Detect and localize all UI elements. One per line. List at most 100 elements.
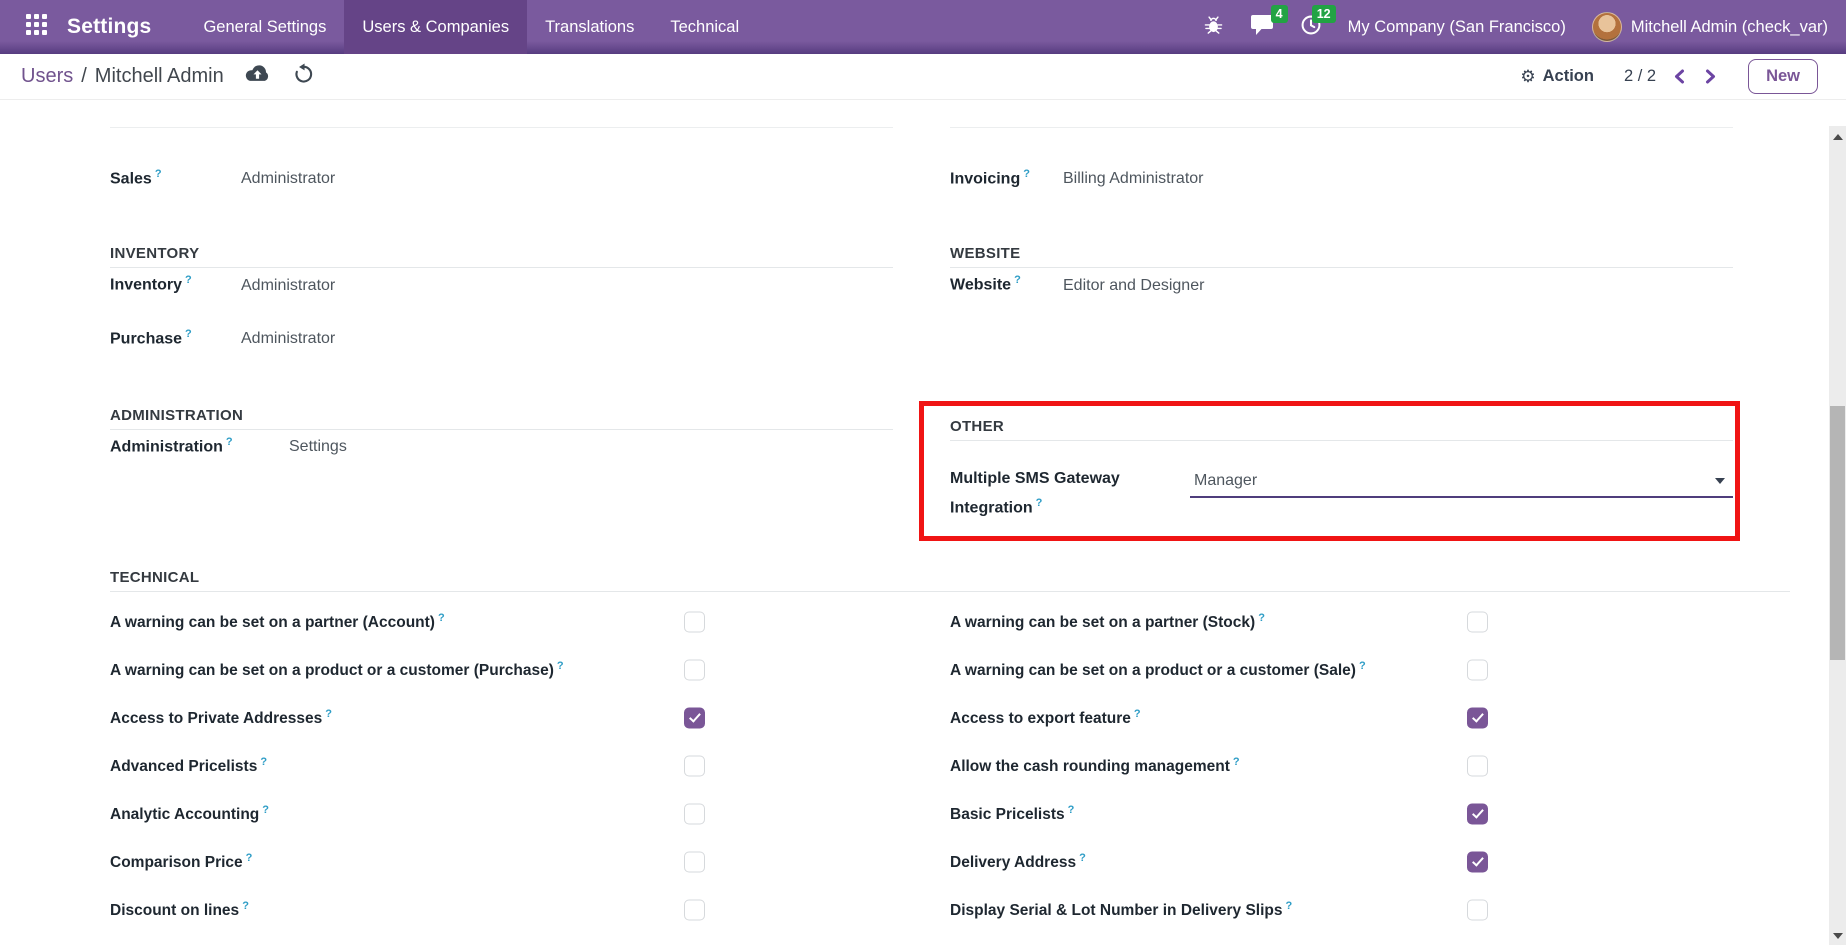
activities-count-badge: 12 [1312, 5, 1336, 24]
section-inventory: INVENTORY Inventory? Administrator Purch… [110, 245, 893, 351]
technical-row: Access to export feature? [950, 694, 1733, 742]
vertical-scrollbar[interactable] [1829, 126, 1846, 945]
checkbox-label: A warning can be set on a product or a c… [110, 660, 564, 680]
help-icon[interactable]: ? [1068, 804, 1075, 816]
user-menu-label: Mitchell Admin (check_var) [1631, 18, 1828, 37]
app-menus: General SettingsUsers & CompaniesTransla… [185, 0, 757, 54]
help-icon[interactable]: ? [1036, 497, 1043, 509]
checkbox-unchecked[interactable] [684, 612, 705, 633]
technical-row: Analytic Accounting? [110, 790, 893, 838]
right-column-top: Invoicing? Billing Administrator [950, 100, 1733, 191]
field-value[interactable]: Administrator [241, 327, 335, 351]
help-icon[interactable]: ? [262, 804, 269, 816]
menu-item-general-settings[interactable]: General Settings [185, 0, 344, 54]
field-value[interactable]: Editor and Designer [1063, 274, 1204, 298]
pager-value[interactable]: 2 / 2 [1624, 67, 1656, 86]
checkbox-unchecked[interactable] [684, 804, 705, 825]
help-icon[interactable]: ? [226, 436, 233, 448]
scroll-down-arrow-icon[interactable] [1833, 933, 1843, 939]
help-icon[interactable]: ? [1079, 852, 1086, 864]
scroll-up-arrow-icon[interactable] [1833, 134, 1843, 140]
bug-icon [1203, 14, 1224, 40]
select-value: Manager [1194, 469, 1257, 493]
breadcrumb-parent-link[interactable]: Users [21, 65, 73, 88]
action-menu-button[interactable]: ⚙ Action [1520, 67, 1594, 87]
apps-menu-button[interactable] [0, 0, 61, 54]
breadcrumb: Users / Mitchell Admin [21, 65, 224, 88]
checkbox-unchecked[interactable] [684, 852, 705, 873]
technical-row: Display Serial & Lot Number in Delivery … [950, 886, 1733, 934]
messages-count-badge: 4 [1271, 5, 1288, 24]
section-administration: ADMINISTRATION Administration? Settings [110, 407, 893, 541]
checkbox-label: Discount on lines? [110, 900, 249, 920]
checkbox-unchecked[interactable] [1467, 900, 1488, 921]
field-value[interactable]: Administrator [241, 167, 335, 191]
field-value[interactable]: Billing Administrator [1063, 167, 1204, 191]
menu-item-users-companies[interactable]: Users & Companies [344, 0, 527, 54]
checkbox-unchecked[interactable] [684, 756, 705, 777]
section-title: INVENTORY [110, 245, 893, 263]
checkbox-unchecked[interactable] [684, 660, 705, 681]
debug-mode-button[interactable] [1203, 14, 1224, 40]
technical-row: Discount on lines? [110, 886, 893, 934]
help-icon[interactable]: ? [1023, 168, 1030, 180]
help-icon[interactable]: ? [242, 900, 249, 912]
checkbox-checked[interactable] [684, 708, 705, 729]
messages-button[interactable]: 4 [1250, 14, 1274, 41]
pager-previous-button[interactable] [1672, 68, 1688, 85]
checkbox-label: Advanced Pricelists? [110, 756, 267, 776]
checkbox-checked[interactable] [1467, 804, 1488, 825]
activities-button[interactable]: 12 [1300, 14, 1322, 41]
help-icon[interactable]: ? [438, 612, 445, 624]
checkbox-unchecked[interactable] [1467, 756, 1488, 777]
divider [950, 127, 1733, 128]
section-title: WEBSITE [950, 245, 1733, 263]
technical-row: Basic Pricelists? [950, 790, 1733, 838]
help-icon[interactable]: ? [185, 328, 192, 340]
checkbox-unchecked[interactable] [684, 900, 705, 921]
field-invoicing: Invoicing? Billing Administrator [950, 162, 1733, 191]
help-icon[interactable]: ? [1286, 900, 1293, 912]
field-inventory: Inventory? Administrator [110, 268, 893, 297]
checkbox-label: Basic Pricelists? [950, 804, 1074, 824]
pager-next-button[interactable] [1702, 68, 1718, 85]
menu-item-translations[interactable]: Translations [527, 0, 652, 54]
help-icon[interactable]: ? [1134, 708, 1141, 720]
field-value[interactable]: Administrator [241, 274, 335, 298]
help-icon[interactable]: ? [260, 756, 267, 768]
checkbox-unchecked[interactable] [1467, 612, 1488, 633]
sms-gateway-select[interactable]: Manager [1190, 467, 1733, 498]
technical-left-column: A warning can be set on a partner (Accou… [110, 598, 893, 934]
help-icon[interactable]: ? [246, 852, 253, 864]
scrollbar-thumb[interactable] [1830, 406, 1845, 660]
undo-arrow-icon [293, 63, 315, 90]
new-record-button[interactable]: New [1748, 59, 1818, 94]
checkbox-label: A warning can be set on a product or a c… [950, 660, 1366, 680]
current-app-name[interactable]: Settings [61, 0, 171, 54]
help-icon[interactable]: ? [557, 660, 564, 672]
checkbox-unchecked[interactable] [1467, 660, 1488, 681]
checkbox-label: Allow the cash rounding management? [950, 756, 1240, 776]
help-icon[interactable]: ? [155, 168, 162, 180]
company-switcher[interactable]: My Company (San Francisco) [1348, 18, 1566, 37]
checkbox-label: Access to export feature? [950, 708, 1141, 728]
menu-item-technical[interactable]: Technical [652, 0, 757, 54]
user-menu[interactable]: Mitchell Admin (check_var) [1592, 12, 1828, 42]
help-icon[interactable]: ? [1233, 756, 1240, 768]
form-sheet: Sales? Administrator Invoicing? Billing … [0, 100, 1846, 945]
save-record-button[interactable] [244, 64, 271, 90]
help-icon[interactable]: ? [1014, 274, 1021, 286]
checkbox-checked[interactable] [1467, 708, 1488, 729]
discard-changes-button[interactable] [293, 63, 315, 90]
help-icon[interactable]: ? [185, 274, 192, 286]
field-sales: Sales? Administrator [110, 162, 893, 191]
field-value[interactable]: Settings [289, 435, 347, 459]
help-icon[interactable]: ? [325, 708, 332, 720]
technical-row: A warning can be set on a product or a c… [950, 646, 1733, 694]
technical-row: A warning can be set on a partner (Stock… [950, 598, 1733, 646]
help-icon[interactable]: ? [1258, 612, 1265, 624]
help-icon[interactable]: ? [1359, 660, 1366, 672]
checkbox-label: Access to Private Addresses? [110, 708, 332, 728]
checkbox-checked[interactable] [1467, 852, 1488, 873]
divider [950, 440, 1733, 441]
